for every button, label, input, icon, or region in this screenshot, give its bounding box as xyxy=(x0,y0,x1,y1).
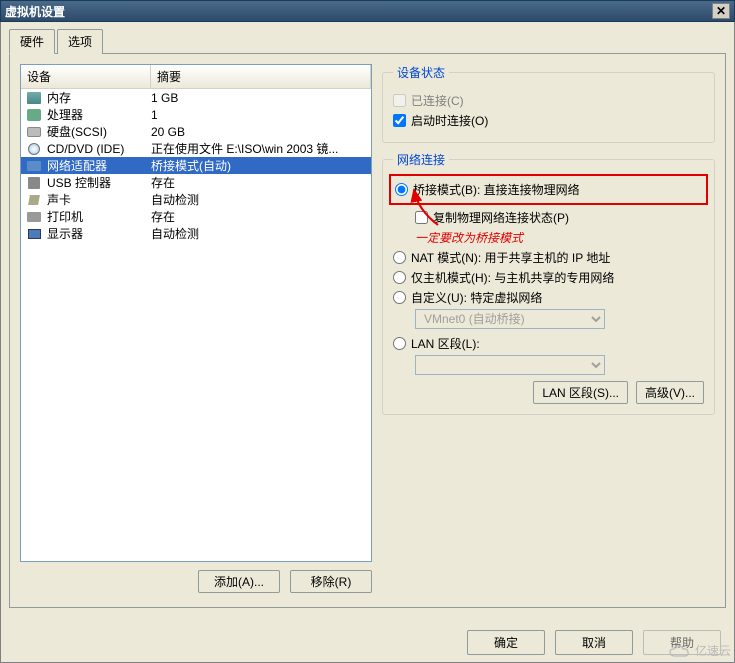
device-name: 内存 xyxy=(47,89,71,106)
bridged-row: 桥接模式(B): 直接连接物理网络 xyxy=(395,181,702,198)
lan-segments-button[interactable]: LAN 区段(S)... xyxy=(533,381,628,404)
device-summary: 1 xyxy=(151,108,371,122)
device-name: 声卡 xyxy=(47,191,71,208)
device-list-header: 设备 摘要 xyxy=(21,65,371,89)
replicate-checkbox[interactable] xyxy=(415,211,428,224)
col-summary[interactable]: 摘要 xyxy=(151,65,371,88)
device-row[interactable]: 处理器 1 xyxy=(21,106,371,123)
add-button[interactable]: 添加(A)... xyxy=(198,570,280,593)
tab-hardware[interactable]: 硬件 xyxy=(9,29,55,54)
window-title: 虚拟机设置 xyxy=(5,3,712,20)
bridged-label: 桥接模式(B): 直接连接物理网络 xyxy=(413,181,580,198)
network-connection-group: 网络连接 桥接模式(B): 直接连接物理网络 复制物理网络连接状态(P) 一定要… xyxy=(382,151,715,415)
custom-vmnet-select: VMnet0 (自动桥接) xyxy=(415,309,605,329)
nat-radio[interactable] xyxy=(393,251,406,264)
device-name: 显示器 xyxy=(47,225,83,242)
dialog-body: 硬件 选项 设备 摘要 内存1 GB处理器1硬盘(SCSI)20 GBCD/DV… xyxy=(0,22,735,663)
device-state-group: 设备状态 已连接(C) 启动时连接(O) xyxy=(382,64,715,143)
highlight-box: 桥接模式(B): 直接连接物理网络 xyxy=(389,174,708,205)
device-summary: 1 GB xyxy=(151,91,371,105)
help-button[interactable]: 帮助 xyxy=(643,630,721,655)
close-icon: ✕ xyxy=(716,4,726,18)
device-row[interactable]: 内存 1 GB xyxy=(21,89,371,106)
right-panel: 设备状态 已连接(C) 启动时连接(O) 网络连接 桥接模式(B): 直接连接物… xyxy=(382,64,715,597)
custom-row: 自定义(U): 特定虚拟网络 xyxy=(393,289,704,306)
connected-row: 已连接(C) xyxy=(393,92,704,109)
tab-strip: 硬件 选项 xyxy=(9,29,726,54)
device-row[interactable]: 打印机 存在 xyxy=(21,208,371,225)
remove-button[interactable]: 移除(R) xyxy=(290,570,372,593)
nat-label: NAT 模式(N): 用于共享主机的 IP 地址 xyxy=(411,249,610,266)
lanseg-select-row xyxy=(415,355,704,375)
device-name: 硬盘(SCSI) xyxy=(47,123,107,140)
device-row[interactable]: CD/DVD (IDE) 正在使用文件 E:\ISO\win 2003 镜... xyxy=(21,140,371,157)
lanseg-radio[interactable] xyxy=(393,337,406,350)
network-icon xyxy=(25,159,43,173)
monitor-icon xyxy=(25,227,43,241)
hostonly-label: 仅主机模式(H): 与主机共享的专用网络 xyxy=(411,269,614,286)
ok-button[interactable]: 确定 xyxy=(467,630,545,655)
bridged-radio[interactable] xyxy=(395,183,408,196)
replicate-label: 复制物理网络连接状态(P) xyxy=(433,209,569,226)
usb-icon xyxy=(25,176,43,190)
custom-label: 自定义(U): 特定虚拟网络 xyxy=(411,289,542,306)
device-summary: 存在 xyxy=(151,208,371,225)
connected-checkbox xyxy=(393,94,406,107)
device-summary: 正在使用文件 E:\ISO\win 2003 镜... xyxy=(151,140,371,157)
list-buttons: 添加(A)... 移除(R) xyxy=(20,570,372,593)
nat-row: NAT 模式(N): 用于共享主机的 IP 地址 xyxy=(393,249,704,266)
device-row[interactable]: 显示器 自动检测 xyxy=(21,225,371,242)
lanseg-label: LAN 区段(L): xyxy=(411,335,480,352)
connected-label: 已连接(C) xyxy=(411,92,464,109)
hdd-icon xyxy=(25,125,43,139)
network-buttons: LAN 区段(S)... 高级(V)... xyxy=(393,381,704,404)
connect-at-power-row: 启动时连接(O) xyxy=(393,112,704,129)
replicate-row: 复制物理网络连接状态(P) xyxy=(415,209,704,226)
device-summary: 桥接模式(自动) xyxy=(151,157,371,174)
tab-options[interactable]: 选项 xyxy=(57,29,103,54)
device-summary: 存在 xyxy=(151,174,371,191)
close-button[interactable]: ✕ xyxy=(712,3,730,19)
hostonly-radio[interactable] xyxy=(393,271,406,284)
tab-content: 设备 摘要 内存1 GB处理器1硬盘(SCSI)20 GBCD/DVD (IDE… xyxy=(9,53,726,608)
connect-at-power-label: 启动时连接(O) xyxy=(411,112,488,129)
titlebar: 虚拟机设置 ✕ xyxy=(0,0,735,22)
device-state-legend: 设备状态 xyxy=(393,64,449,81)
device-summary: 自动检测 xyxy=(151,191,371,208)
cpu-icon xyxy=(25,108,43,122)
device-list[interactable]: 设备 摘要 内存1 GB处理器1硬盘(SCSI)20 GBCD/DVD (IDE… xyxy=(20,64,372,562)
memory-icon xyxy=(25,91,43,105)
device-name: 打印机 xyxy=(47,208,83,225)
lanseg-select xyxy=(415,355,605,375)
advanced-button[interactable]: 高级(V)... xyxy=(636,381,704,404)
device-name: CD/DVD (IDE) xyxy=(47,142,124,156)
hostonly-row: 仅主机模式(H): 与主机共享的专用网络 xyxy=(393,269,704,286)
custom-select-row: VMnet0 (自动桥接) xyxy=(415,309,704,329)
col-device[interactable]: 设备 xyxy=(21,65,151,88)
device-name: 网络适配器 xyxy=(47,157,107,174)
device-row[interactable]: 硬盘(SCSI) 20 GB xyxy=(21,123,371,140)
device-row[interactable]: 网络适配器 桥接模式(自动) xyxy=(21,157,371,174)
annotation-text: 一定要改为桥接模式 xyxy=(393,229,704,246)
device-name: USB 控制器 xyxy=(47,174,111,191)
device-row[interactable]: USB 控制器 存在 xyxy=(21,174,371,191)
connect-at-power-checkbox[interactable] xyxy=(393,114,406,127)
sound-icon xyxy=(25,193,43,207)
device-summary: 自动检测 xyxy=(151,225,371,242)
device-row[interactable]: 声卡 自动检测 xyxy=(21,191,371,208)
network-legend: 网络连接 xyxy=(393,151,449,168)
custom-radio[interactable] xyxy=(393,291,406,304)
dialog-footer: 确定 取消 帮助 xyxy=(467,630,721,655)
printer-icon xyxy=(25,210,43,224)
device-summary: 20 GB xyxy=(151,125,371,139)
device-name: 处理器 xyxy=(47,106,83,123)
lanseg-row: LAN 区段(L): xyxy=(393,335,704,352)
left-panel: 设备 摘要 内存1 GB处理器1硬盘(SCSI)20 GBCD/DVD (IDE… xyxy=(20,64,372,597)
cd-icon xyxy=(25,142,43,156)
cancel-button[interactable]: 取消 xyxy=(555,630,633,655)
